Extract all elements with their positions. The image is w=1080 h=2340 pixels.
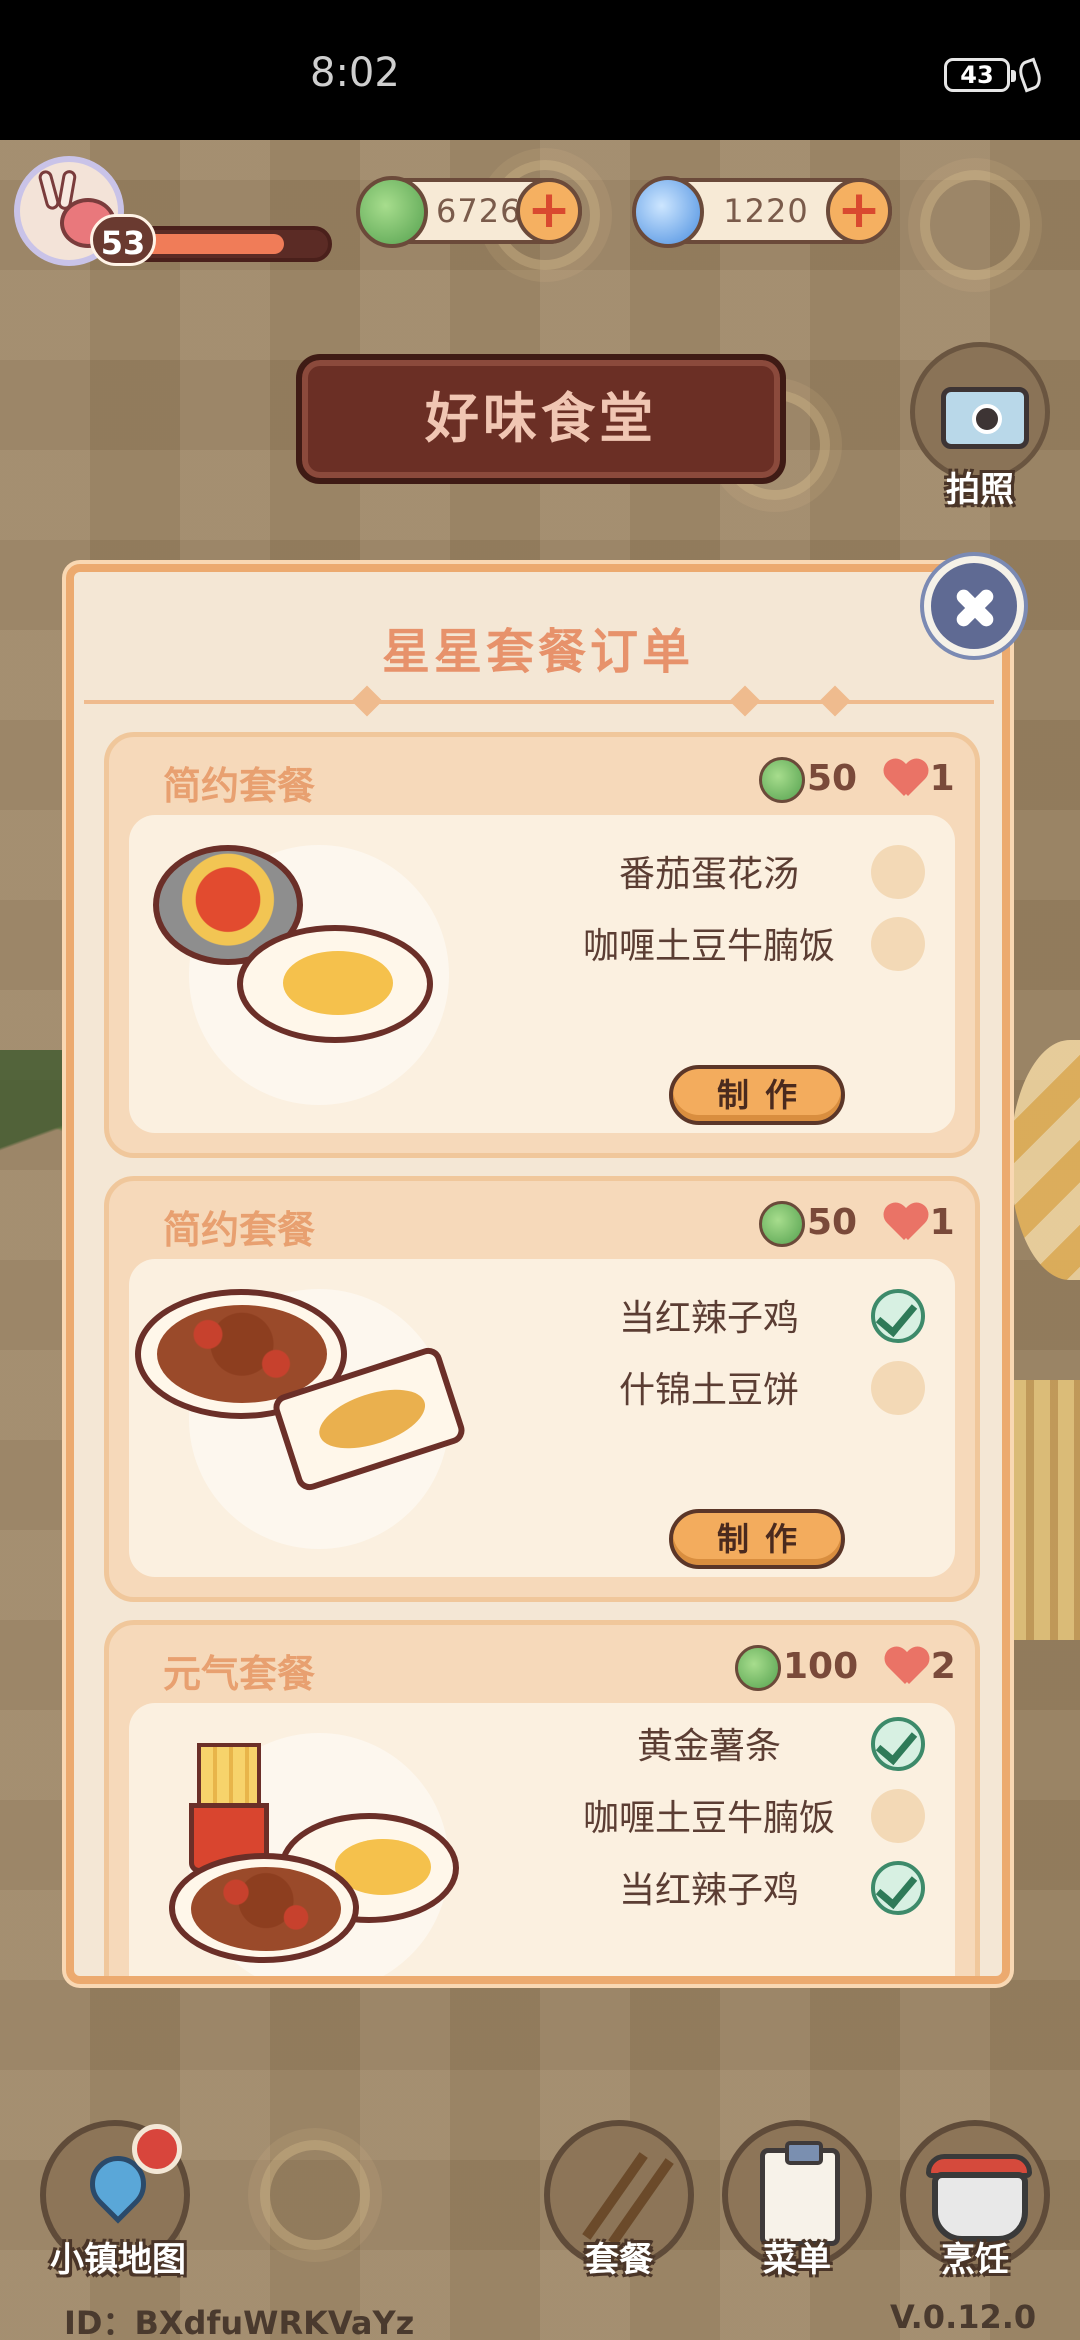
sun-decoration-icon — [920, 170, 1030, 280]
heart-icon — [884, 1204, 928, 1244]
sun-decoration-icon — [260, 2140, 370, 2250]
close-button[interactable] — [924, 556, 1024, 656]
version-label: V.0.12.0 — [890, 2298, 1037, 2336]
item-check-done-icon — [871, 1861, 925, 1915]
battery-icon: 43 — [944, 58, 1016, 92]
player-id: ID：BXdfuWRKVaYz — [64, 2304, 415, 2340]
plant-decoration — [0, 1050, 70, 1350]
menu-label: 菜单 — [763, 2240, 831, 2280]
camera-button[interactable] — [910, 342, 1050, 482]
order-title: 简约套餐 — [163, 1208, 316, 1252]
heart-reward: 1 — [929, 758, 955, 799]
make-button[interactable]: 制作 — [669, 1509, 845, 1569]
clover-coin-icon — [759, 1201, 805, 1247]
order-contents: 番茄蛋花汤 咖喱土豆牛腩饭 制作 — [129, 815, 955, 1133]
clover-coin-icon — [759, 757, 805, 803]
coin-reward: 50 — [807, 1202, 858, 1243]
order-reward: 50 1 — [759, 753, 955, 805]
panel-divider — [84, 700, 994, 704]
divider-gem-icon — [351, 685, 383, 717]
spicy-chicken-food — [191, 1867, 341, 1951]
clover-coin-icon — [356, 176, 428, 248]
clover-coin-icon — [735, 1645, 781, 1691]
order-reward: 50 1 — [759, 1197, 955, 1249]
restaurant-name: 好味食堂 — [425, 387, 657, 450]
leaf-icon — [1015, 57, 1045, 93]
combo-label: 套餐 — [585, 2240, 653, 2280]
curry-rice-food — [283, 951, 393, 1015]
item-check-empty — [871, 1361, 925, 1415]
divider-gem-icon — [729, 685, 761, 717]
player-level-badge: 53 — [90, 214, 156, 266]
heart-icon — [884, 760, 928, 800]
restaurant-sign: 好味食堂 — [296, 354, 786, 484]
battery-level: 43 — [960, 61, 994, 89]
order-card: 简约套餐 50 1 番茄蛋花汤 咖喱土豆牛腩饭 制作 — [104, 732, 980, 1158]
panel-title: 星星套餐订单 — [381, 624, 694, 680]
item-check-done-icon — [871, 1289, 925, 1343]
coin-reward: 100 — [783, 1646, 859, 1687]
coin-counter: 6726 + — [356, 176, 582, 248]
heart-reward: 1 — [929, 1202, 955, 1243]
add-coins-button[interactable]: + — [516, 178, 582, 244]
order-item-name: 咖喱土豆牛腩饭 — [582, 1798, 835, 1839]
camera-icon — [941, 387, 1029, 449]
spicy-chicken-icon — [169, 1853, 359, 1963]
notification-dot — [132, 2124, 182, 2174]
swirl-gem-icon — [632, 176, 704, 248]
heart-reward: 2 — [930, 1646, 956, 1687]
order-contents: 当红辣子鸡 什锦土豆饼 制作 — [129, 1259, 955, 1577]
order-item-name: 咖喱土豆牛腩饭 — [582, 926, 835, 967]
gem-amount: 1220 — [723, 192, 809, 230]
status-bar: 8:02 43 — [0, 0, 1080, 140]
fence-decoration — [1010, 1380, 1080, 1640]
order-item-name: 番茄蛋花汤 — [618, 854, 799, 895]
order-title: 元气套餐 — [163, 1652, 316, 1696]
order-card: 元气套餐 100 2 黄金薯条 咖喱土豆牛腩饭 当红辣子鸡 — [104, 1620, 980, 1976]
order-item-name: 当红辣子鸡 — [618, 1298, 799, 1339]
order-reward: 100 2 — [735, 1641, 956, 1693]
order-contents: 黄金薯条 咖喱土豆牛腩饭 当红辣子鸡 — [129, 1703, 955, 1976]
status-time: 8:02 — [310, 50, 400, 96]
item-check-empty — [871, 845, 925, 899]
item-check-empty — [871, 1789, 925, 1843]
order-item-name: 黄金薯条 — [636, 1726, 781, 1767]
cook-label: 烹饪 — [941, 2240, 1009, 2280]
curry-rice-icon — [237, 925, 433, 1043]
town-map-label: 小镇地图 — [50, 2240, 186, 2280]
item-check-done-icon — [871, 1717, 925, 1771]
coin-reward: 50 — [807, 758, 858, 799]
order-card: 简约套餐 50 1 当红辣子鸡 什锦土豆饼 制作 — [104, 1176, 980, 1602]
camera-lens — [972, 404, 1002, 434]
divider-gem-icon — [819, 685, 851, 717]
add-gems-button[interactable]: + — [826, 178, 892, 244]
make-button[interactable]: 制作 — [669, 1065, 845, 1125]
potato-pancake-food — [312, 1378, 433, 1460]
order-title: 简约套餐 — [163, 764, 316, 808]
coin-amount: 6726 — [436, 192, 522, 230]
item-check-empty — [871, 917, 925, 971]
gem-counter: 1220 + — [632, 176, 892, 248]
star-combo-order-panel: 星星套餐订单 简约套餐 50 1 番茄蛋花汤 咖喱土豆牛腩饭 制作 简约套餐 5… — [66, 564, 1010, 1984]
order-item-name: 什锦土豆饼 — [618, 1370, 799, 1411]
heart-icon — [885, 1648, 929, 1688]
order-item-name: 当红辣子鸡 — [618, 1870, 799, 1911]
camera-label: 拍照 — [946, 470, 1014, 510]
